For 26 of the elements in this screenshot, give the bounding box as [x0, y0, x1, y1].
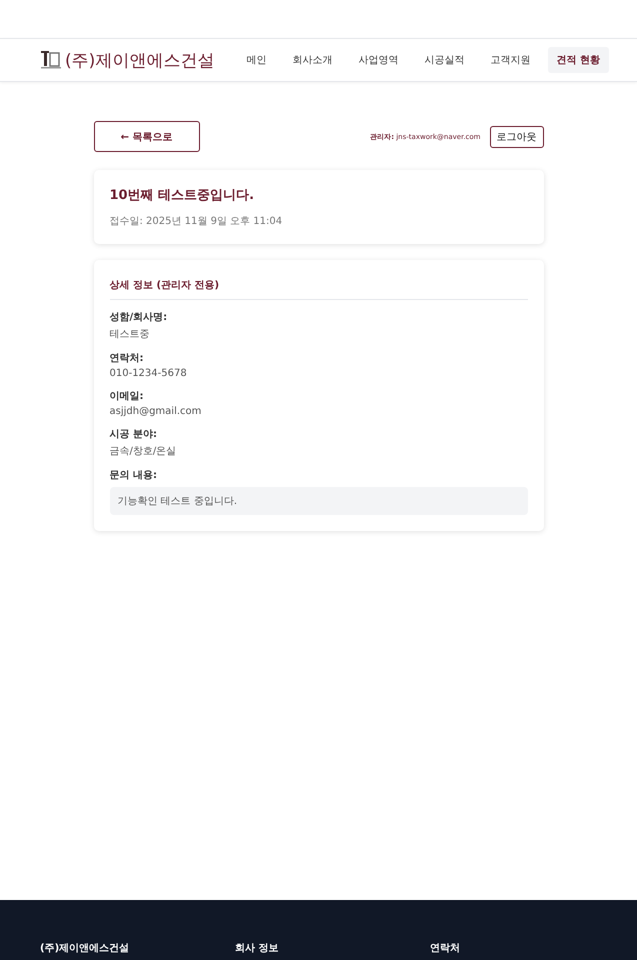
nav-link[interactable]: 회사소개: [284, 47, 342, 73]
footer-heading: 회사 정보: [235, 942, 280, 955]
back-button[interactable]: ← 목록으로: [94, 121, 200, 152]
nav-link[interactable]: 시공실적: [416, 47, 474, 73]
field-value: 금속/창호/온실: [110, 445, 178, 458]
nav-link[interactable]: 고객지원: [482, 47, 540, 73]
nav-link[interactable]: 사업영역: [350, 47, 408, 73]
footer-heading: 연락처: [430, 942, 461, 955]
field-label: 이메일:: [110, 390, 144, 403]
field-label: 연락처:: [110, 352, 144, 365]
field-value: 010-1234-5678: [110, 368, 188, 379]
logout-button[interactable]: 로그아웃: [490, 126, 544, 148]
inquiry-title: 10번째 테스트중입니다.: [110, 187, 256, 204]
logo-icon: [40, 50, 62, 70]
field-label: 성함/회사명:: [110, 311, 168, 324]
message-box: 기능확인 테스트 중입니다.: [110, 487, 528, 515]
field-label: 문의 내용:: [110, 469, 158, 482]
footer-heading: (주)제이앤에스건설: [40, 942, 130, 955]
field-value: 테스트중: [110, 328, 150, 341]
section-title: 상세 정보 (관리자 전용): [110, 276, 528, 300]
field-label: 시공 분야:: [110, 428, 158, 441]
nav-link[interactable]: 견적 현황: [548, 47, 609, 73]
received-date: 접수일: 2025년 11월 9일 오후 11:04: [110, 215, 284, 228]
field-value: asjjdh@gmail.com: [110, 406, 202, 417]
nav-link[interactable]: 메인: [238, 47, 276, 73]
brand-name[interactable]: (주)제이앤에스건설: [65, 48, 214, 72]
